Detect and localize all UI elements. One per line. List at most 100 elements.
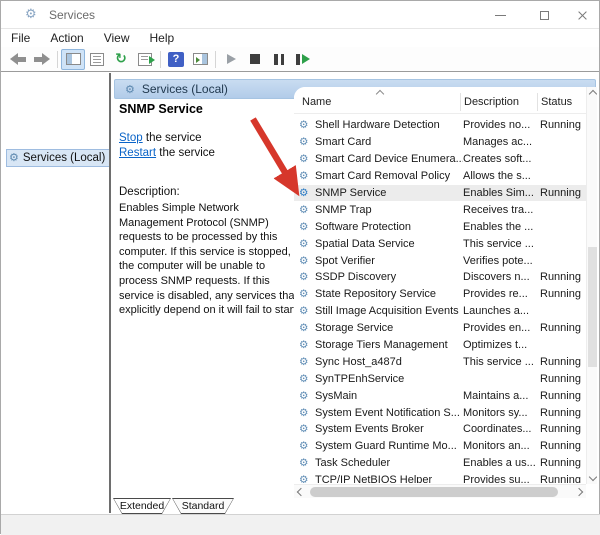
start-service-button[interactable] bbox=[219, 49, 243, 70]
service-status: Running bbox=[540, 288, 586, 300]
service-row[interactable]: ⚙ Smart Card Manages ac... bbox=[294, 134, 586, 151]
service-description: Monitors an... bbox=[463, 440, 540, 452]
horizontal-scrollbar[interactable] bbox=[294, 484, 586, 498]
service-status: Running bbox=[540, 119, 586, 131]
help-button[interactable]: ? bbox=[164, 49, 188, 70]
stop-service-link[interactable]: Stop bbox=[119, 132, 143, 144]
service-gear-icon: ⚙ bbox=[299, 457, 315, 469]
pause-service-icon bbox=[274, 54, 284, 65]
vertical-scrollbar[interactable] bbox=[586, 87, 597, 484]
back-button[interactable] bbox=[6, 49, 30, 70]
service-row[interactable]: ⚙ Spot Verifier Verifies pote... bbox=[294, 252, 586, 269]
horizontal-scroll-thumb[interactable] bbox=[310, 487, 558, 497]
service-status: Running bbox=[540, 423, 586, 435]
service-row[interactable]: ⚙ System Event Notification S... Monitor… bbox=[294, 404, 586, 421]
column-header-name[interactable]: Name bbox=[302, 96, 331, 108]
service-row[interactable]: ⚙ Spatial Data Service This service ... bbox=[294, 235, 586, 252]
service-row[interactable]: ⚙ System Events Broker Coordinates... Ru… bbox=[294, 421, 586, 438]
service-gear-icon: ⚙ bbox=[299, 288, 315, 300]
service-description: Verifies pote... bbox=[463, 255, 540, 267]
menu-file[interactable]: File bbox=[9, 31, 40, 45]
tree-item-services-local[interactable]: ⚙ Services (Local) bbox=[6, 149, 110, 167]
service-gear-icon: ⚙ bbox=[299, 390, 315, 402]
service-row[interactable]: ⚙ Smart Card Device Enumera... Creates s… bbox=[294, 151, 586, 168]
minimize-button[interactable] bbox=[483, 1, 517, 29]
service-description: This service ... bbox=[463, 356, 540, 368]
service-gear-icon: ⚙ bbox=[299, 423, 315, 435]
toolbar-separator bbox=[160, 51, 161, 68]
maximize-button[interactable] bbox=[527, 1, 561, 29]
service-row[interactable]: ⚙ SysMain Maintains a... Running bbox=[294, 387, 586, 404]
service-name: System Event Notification S... bbox=[315, 407, 463, 419]
tab-extended[interactable]: Extended bbox=[113, 498, 171, 514]
service-gear-icon: ⚙ bbox=[299, 373, 315, 385]
service-status: Running bbox=[540, 187, 586, 199]
service-name: Storage Service bbox=[315, 322, 463, 334]
tab-extended-label: Extended bbox=[114, 499, 170, 513]
column-separator[interactable] bbox=[537, 93, 538, 111]
restart-service-link[interactable]: Restart bbox=[119, 147, 156, 159]
export-list-button[interactable] bbox=[133, 49, 157, 70]
service-description: Provides su... bbox=[463, 474, 540, 483]
column-header-description[interactable]: Description bbox=[464, 96, 519, 108]
service-name: Smart Card bbox=[315, 136, 463, 148]
service-row[interactable]: ⚙ Still Image Acquisition Events Launche… bbox=[294, 303, 586, 320]
service-row[interactable]: ⚙ SNMP Trap Receives tra... bbox=[294, 201, 586, 218]
service-row[interactable]: ⚙ SynTPEnhService Running bbox=[294, 370, 586, 387]
show-action-pane-button[interactable] bbox=[188, 49, 212, 70]
service-row[interactable]: ⚙ SSDP Discovery Discovers n... Running bbox=[294, 269, 586, 286]
service-status: Running bbox=[540, 271, 586, 283]
vertical-scroll-thumb[interactable] bbox=[588, 247, 597, 367]
service-list-rows: ⚙ Shell Hardware Detection Provides no..… bbox=[294, 117, 586, 483]
pane-header-label: Services (Local) bbox=[142, 82, 228, 96]
service-description: Creates soft... bbox=[463, 153, 540, 165]
service-row[interactable]: ⚙ Smart Card Removal Policy Allows the s… bbox=[294, 168, 586, 185]
service-row[interactable]: ⚙ SNMP Service Enables Sim... Running bbox=[294, 185, 586, 202]
service-row[interactable]: ⚙ Sync Host_a487d This service ... Runni… bbox=[294, 353, 586, 370]
stop-service-button[interactable] bbox=[243, 49, 267, 70]
menu-help[interactable]: Help bbox=[140, 31, 185, 45]
service-row[interactable]: ⚙ Task Scheduler Enables a us... Running bbox=[294, 455, 586, 472]
minimize-icon bbox=[495, 15, 506, 16]
service-row[interactable]: ⚙ System Guard Runtime Mo... Monitors an… bbox=[294, 438, 586, 455]
menu-action[interactable]: Action bbox=[40, 31, 93, 45]
service-name: Storage Tiers Management bbox=[315, 339, 463, 351]
service-row[interactable]: ⚙ State Repository Service Provides re..… bbox=[294, 286, 586, 303]
column-header-status[interactable]: Status bbox=[541, 96, 572, 108]
scroll-up-icon[interactable] bbox=[588, 90, 596, 98]
forward-button[interactable] bbox=[30, 49, 54, 70]
refresh-button[interactable]: ↻ bbox=[109, 49, 133, 70]
service-status: Running bbox=[540, 356, 586, 368]
scroll-right-icon[interactable] bbox=[575, 488, 583, 496]
service-gear-icon: ⚙ bbox=[299, 474, 315, 483]
column-separator[interactable] bbox=[460, 93, 461, 111]
service-description: Provides re... bbox=[463, 288, 540, 300]
service-description: Maintains a... bbox=[463, 390, 540, 402]
service-row[interactable]: ⚙ Storage Service Provides en... Running bbox=[294, 320, 586, 337]
pause-service-button[interactable] bbox=[267, 49, 291, 70]
service-gear-icon: ⚙ bbox=[299, 322, 315, 334]
services-app-icon: ⚙ bbox=[25, 7, 37, 23]
service-row[interactable]: ⚙ Software Protection Enables the ... bbox=[294, 218, 586, 235]
maximize-icon bbox=[540, 11, 549, 20]
service-description: This service ... bbox=[463, 238, 540, 250]
close-button[interactable] bbox=[565, 1, 599, 29]
service-row[interactable]: ⚙ TCP/IP NetBIOS Helper Provides su... R… bbox=[294, 472, 586, 483]
show-console-tree-button[interactable] bbox=[61, 49, 85, 70]
service-description: Enables Sim... bbox=[463, 187, 540, 199]
tab-standard[interactable]: Standard bbox=[172, 498, 234, 514]
close-icon bbox=[577, 10, 588, 21]
service-row[interactable]: ⚙ Shell Hardware Detection Provides no..… bbox=[294, 117, 586, 134]
restart-service-button[interactable] bbox=[291, 49, 315, 70]
properties-button[interactable] bbox=[85, 49, 109, 70]
service-action-links: Stop the service Restart the service bbox=[119, 131, 215, 161]
scroll-down-icon[interactable] bbox=[588, 473, 596, 481]
menu-view[interactable]: View bbox=[94, 31, 140, 45]
service-gear-icon: ⚙ bbox=[299, 153, 315, 165]
scroll-left-icon[interactable] bbox=[297, 488, 305, 496]
console-tree-panel: ⚙ Services (Local) bbox=[2, 73, 109, 513]
service-name: Spot Verifier bbox=[315, 255, 463, 267]
service-row[interactable]: ⚙ Storage Tiers Management Optimizes t..… bbox=[294, 337, 586, 354]
service-name: SysMain bbox=[315, 390, 463, 402]
service-gear-icon: ⚙ bbox=[299, 271, 315, 283]
